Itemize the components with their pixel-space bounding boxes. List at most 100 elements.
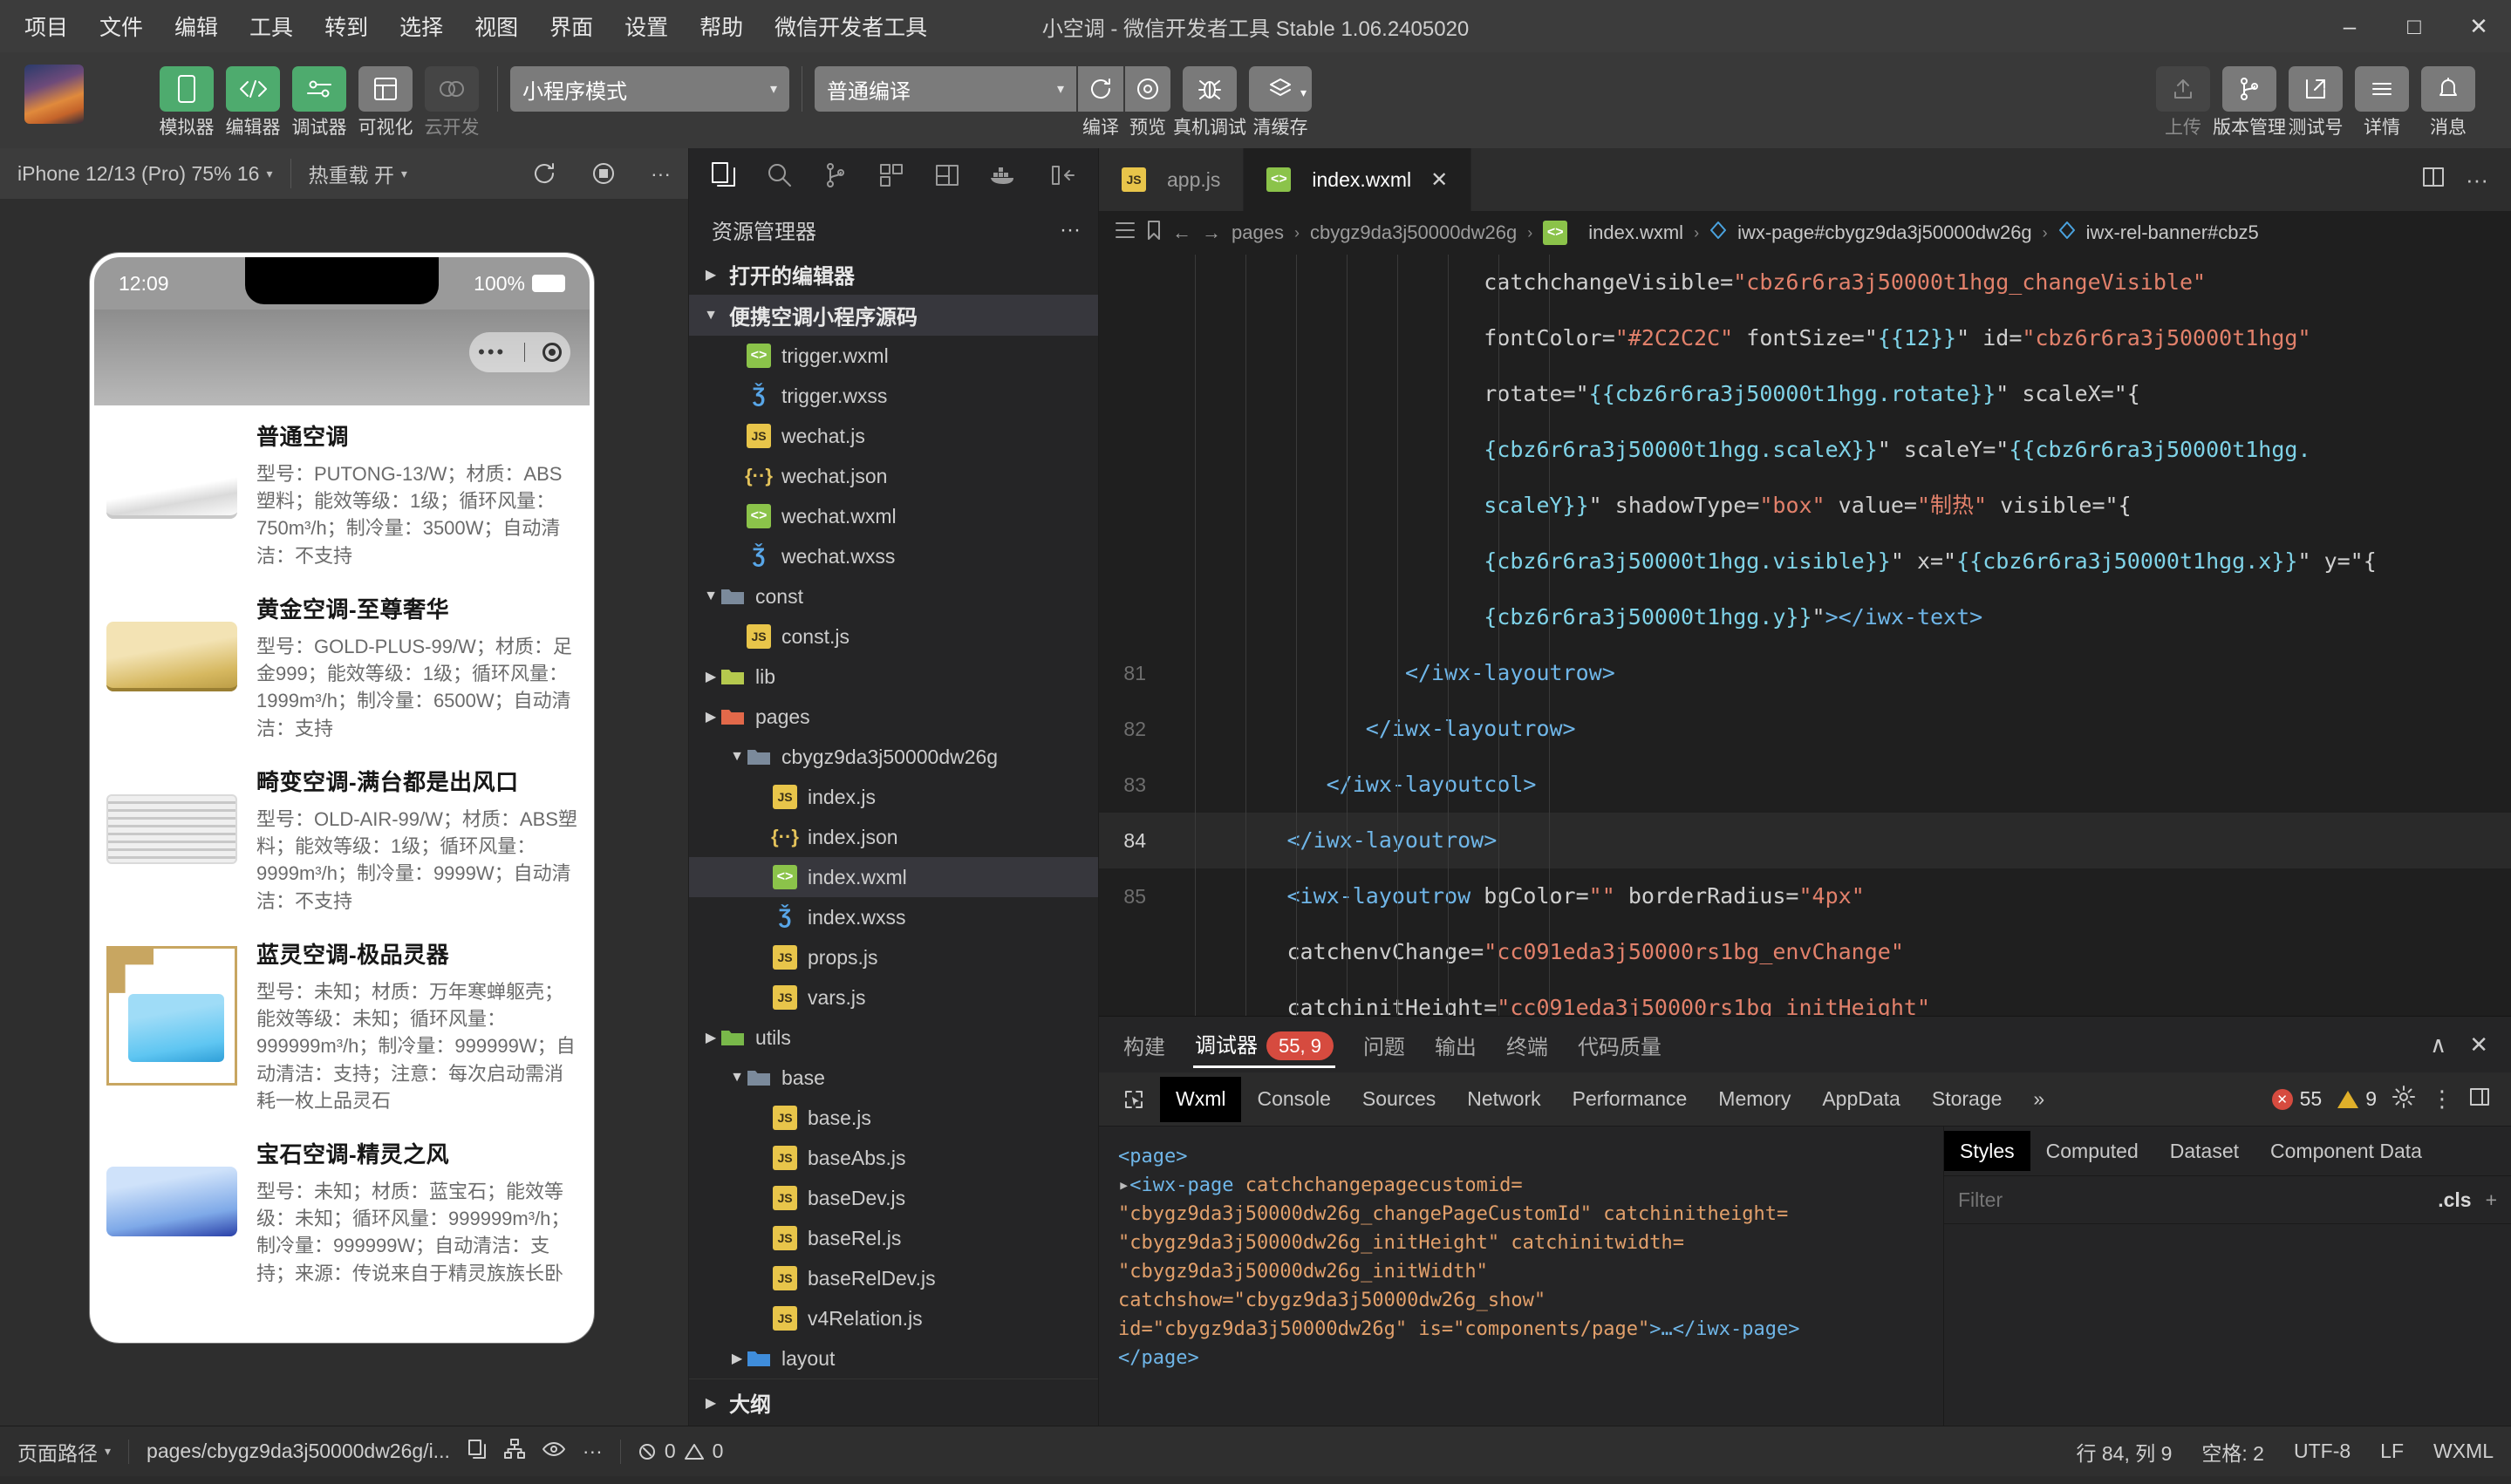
tree-item-base[interactable]: ▼ base	[689, 1058, 1098, 1098]
section-project-root[interactable]: ▼ 便携空调小程序源码	[689, 295, 1098, 336]
wxml-tree-view[interactable]: <page> ▸<iwx-page catchchangepagecustomid…	[1099, 1127, 1944, 1426]
menu-item-help[interactable]: 帮助	[694, 7, 748, 45]
menu-item-tools[interactable]: 工具	[244, 7, 298, 45]
bookmark-icon[interactable]	[1146, 220, 1162, 246]
tree-item-pages[interactable]: ▶ pages	[689, 697, 1098, 737]
wxml-node[interactable]: "cbygz9da3j50000dw26g_initWidth" catchsh…	[1118, 1257, 1924, 1315]
tree-item-wechat-json[interactable]: {··} wechat.json	[689, 456, 1098, 496]
code-line[interactable]: catchenvChange="cc091eda3j50000rs1bg_env…	[1099, 924, 2511, 980]
tree-item-const[interactable]: ▼ const	[689, 576, 1098, 616]
cls-toggle[interactable]: .cls	[2438, 1188, 2471, 1212]
tab-index-wxml[interactable]: <> index.wxml ✕	[1244, 148, 1472, 211]
tree-item-base-js[interactable]: JS base.js	[689, 1098, 1098, 1138]
styles-tab-styles[interactable]: Styles	[1944, 1131, 2030, 1171]
menu-item-devtools[interactable]: 微信开发者工具	[769, 7, 932, 45]
code-line[interactable]: fontColor="#2C2C2C" fontSize="{{12}}" id…	[1099, 310, 2511, 366]
wxml-node[interactable]: </page>	[1118, 1344, 1924, 1372]
styles-tab-computed[interactable]: Computed	[2030, 1131, 2154, 1171]
tree-item-index-js[interactable]: JS index.js	[689, 777, 1098, 817]
compile-button[interactable]: 编译	[1078, 66, 1123, 138]
tree-item-utils[interactable]: ▶ utils	[689, 1018, 1098, 1058]
split-editor-icon[interactable]	[2422, 166, 2445, 194]
copy-path-icon[interactable]	[467, 1439, 487, 1465]
tab-problems[interactable]: 问题	[1361, 1023, 1407, 1067]
breadcrumb-item-file[interactable]: index.wxml	[1588, 221, 1683, 244]
simulator-stop-button[interactable]	[574, 148, 633, 199]
debugger-toggle-button[interactable]: 调试器	[292, 66, 347, 138]
styles-filter-input[interactable]	[1958, 1188, 2439, 1212]
menu-item-interface[interactable]: 界面	[544, 7, 598, 45]
list-item[interactable]: 宝石空调-精灵之风 型号：未知；材质：蓝宝石；能效等级：未知；循环风量：9999…	[106, 1123, 577, 1286]
tab-debugger[interactable]: 调试器 55, 9	[1193, 1021, 1335, 1068]
explorer-more-icon[interactable]: ···	[1060, 218, 1081, 242]
preview-button[interactable]: 预览	[1125, 66, 1170, 138]
eol-setting[interactable]: LF	[2380, 1440, 2404, 1463]
wxml-node[interactable]: <page>	[1118, 1142, 1924, 1171]
editor-toggle-button[interactable]: 编辑器	[226, 66, 281, 138]
code-line[interactable]: 84 </iwx-layoutrow>	[1099, 813, 2511, 868]
version-control-button[interactable]: 版本管理	[2213, 66, 2286, 138]
devtools-tab-memory[interactable]: Memory	[1702, 1077, 1806, 1122]
tab-code-quality[interactable]: 代码质量	[1576, 1023, 1663, 1067]
nav-forward-icon[interactable]: →	[1202, 221, 1221, 244]
tree-item-const-js[interactable]: JS const.js	[689, 616, 1098, 657]
code-line[interactable]: 85 <iwx-layoutrow bgColor="" borderRadiu…	[1099, 868, 2511, 924]
file-tree[interactable]: <> trigger.wxml Ǯtrigger.wxss JS wechat.js {·…	[689, 336, 1098, 1378]
tree-item-baserel-js[interactable]: JS baseRel.js	[689, 1218, 1098, 1258]
devtools-tab-performance[interactable]: Performance	[1557, 1077, 1703, 1122]
tab-output[interactable]: 输出	[1433, 1023, 1478, 1067]
capsule-button-bar[interactable]: •••	[469, 332, 570, 372]
code-line[interactable]: 82 </iwx-layoutrow>	[1099, 701, 2511, 757]
breadcrumb-item-symbol-page[interactable]: iwx-page#cbygz9da3j50000dw26g	[1737, 221, 2032, 244]
devtools-tab-console[interactable]: Console	[1241, 1077, 1346, 1122]
status-more-icon[interactable]: ···	[583, 1440, 603, 1463]
tree-item-wechat-wxml[interactable]: <> wechat.wxml	[689, 496, 1098, 536]
menu-item-view[interactable]: 视图	[469, 7, 523, 45]
compile-select[interactable]: 普通编译 ▾	[815, 66, 1076, 112]
warning-count-badge[interactable]: 9	[2337, 1087, 2377, 1111]
devtools-overflow-icon[interactable]: »	[2017, 1077, 2060, 1122]
project-avatar[interactable]	[24, 65, 84, 124]
clear-cache-button[interactable]: ▾ 清缓存	[1249, 66, 1312, 138]
upload-button[interactable]: 上传	[2156, 66, 2210, 138]
close-icon[interactable]: ✕	[2469, 1031, 2488, 1059]
devtools-tab-sources[interactable]: Sources	[1347, 1077, 1451, 1122]
list-item[interactable]: 畸变空调-满台都是出风口 型号：OLD-AIR-99/W；材质：ABS塑料；能效…	[106, 751, 577, 923]
simulator-more-button[interactable]: ···	[633, 148, 688, 199]
tree-item-index-wxss[interactable]: Ǯindex.wxss	[689, 897, 1098, 937]
tree-item-lib[interactable]: ▶ lib	[689, 657, 1098, 697]
minimize-icon[interactable]: –	[2317, 0, 2382, 52]
tree-item-wechat-js[interactable]: JS wechat.js	[689, 416, 1098, 456]
extensions-icon[interactable]	[865, 151, 918, 200]
wxml-node[interactable]: ▸<iwx-page catchchangepagecustomid=	[1118, 1171, 1924, 1200]
sitemap-icon[interactable]	[503, 1438, 525, 1465]
collapse-panel-icon[interactable]	[1037, 151, 1089, 200]
miniprogram-icon[interactable]	[921, 151, 973, 200]
devtools-tab-wxml[interactable]: Wxml	[1160, 1076, 1242, 1122]
cloud-toggle-button[interactable]: 云开发	[425, 66, 480, 138]
mode-select[interactable]: 小程序模式 ▾	[510, 66, 789, 112]
search-icon[interactable]	[754, 151, 806, 200]
dock-side-icon[interactable]	[2469, 1086, 2490, 1113]
expand-arrow-icon[interactable]: ▸	[1118, 1174, 1129, 1196]
styles-tab-dataset[interactable]: Dataset	[2154, 1131, 2255, 1171]
menu-item-file[interactable]: 文件	[94, 7, 148, 45]
menu-item-project[interactable]: 项目	[19, 7, 73, 45]
tree-item-v4relation-js[interactable]: JS v4Relation.js	[689, 1298, 1098, 1338]
details-button[interactable]: 详情	[2355, 66, 2409, 138]
outline-toggle-icon[interactable]	[1115, 221, 1136, 245]
tab-app-js[interactable]: JS app.js	[1099, 148, 1245, 211]
close-icon[interactable]: ✕	[2446, 0, 2511, 52]
tree-item-baseabs-js[interactable]: JS baseAbs.js	[689, 1138, 1098, 1178]
breadcrumb-item-folder[interactable]: cbygz9da3j50000dw26g	[1310, 221, 1517, 244]
tab-terminal[interactable]: 终端	[1505, 1023, 1550, 1067]
tree-item-vars-js[interactable]: JS vars.js	[689, 977, 1098, 1018]
more-icon[interactable]: ···	[2466, 167, 2488, 194]
page-path-select[interactable]: 页面路径 ▾	[17, 1437, 111, 1467]
code-line[interactable]: {cbz6r6ra3j50000t1hgg.y}}"></iwx-text>	[1099, 589, 2511, 645]
add-style-rule-icon[interactable]: +	[2486, 1188, 2497, 1212]
styles-tab-component-data[interactable]: Component Data	[2255, 1131, 2438, 1171]
breadcrumb-item-symbol-banner[interactable]: iwx-rel-banner#cbz5	[2086, 221, 2259, 244]
messages-button[interactable]: 消息	[2421, 66, 2475, 138]
simulator-toggle-button[interactable]: 模拟器	[160, 66, 215, 138]
